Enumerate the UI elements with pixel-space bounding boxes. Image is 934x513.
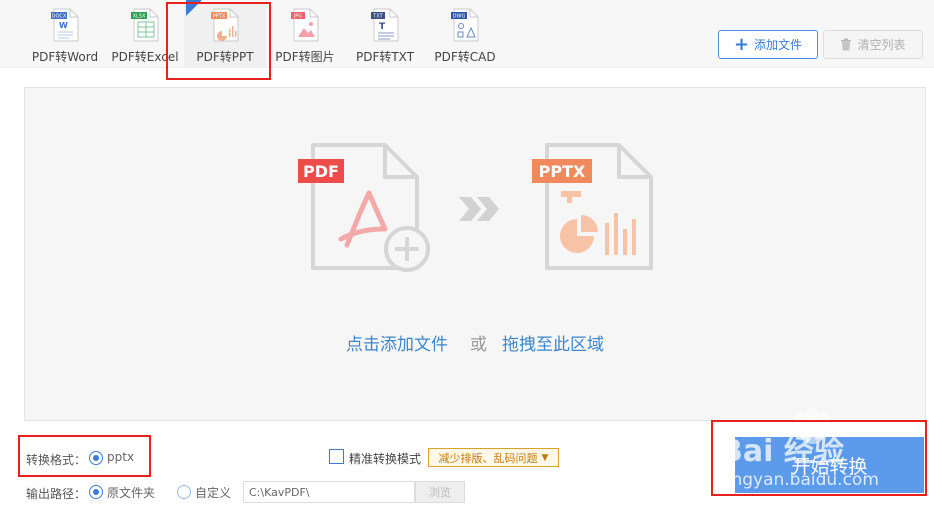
output-custom-radio[interactable]	[177, 485, 191, 499]
or-text: 或	[470, 335, 487, 355]
output-original-label[interactable]: 原文件夹	[107, 484, 155, 501]
browse-button[interactable]: 浏览	[415, 481, 465, 503]
output-path-label: 输出路径：	[26, 487, 87, 501]
highlight-box-start	[711, 420, 927, 496]
toolbar: DOCX W PDF转Word XLSX PDF转Excel PPTX PDF转…	[0, 0, 934, 68]
tool-pdf-to-cad[interactable]: DWG PDF转CAD	[424, 4, 506, 68]
pdf-document-icon: PDF	[298, 143, 430, 272]
pptx-document-icon: PPTX	[532, 143, 653, 270]
docx-file-icon: DOCX W	[51, 8, 79, 42]
svg-text:TXT: TXT	[372, 14, 383, 20]
output-path-input[interactable]	[243, 481, 415, 503]
svg-text:XLSX: XLSX	[133, 14, 146, 20]
svg-text:JPG: JPG	[293, 14, 302, 20]
svg-text:W: W	[59, 21, 68, 30]
drag-here-link: 拖拽至此区域	[502, 335, 604, 355]
tool-label: PDF转CAD	[434, 50, 496, 64]
svg-text:DOCX: DOCX	[52, 14, 67, 20]
precise-mode-tag-text: 减少排版、乱码问题	[438, 451, 538, 465]
plus-icon: +	[733, 33, 750, 55]
txt-file-icon: TXT T	[371, 8, 399, 42]
svg-text:DWG: DWG	[453, 14, 466, 20]
trash-icon	[841, 38, 852, 51]
double-arrow-icon	[459, 197, 499, 221]
precise-mode-checkbox[interactable]	[329, 449, 344, 464]
precise-mode-tag[interactable]: 减少排版、乱码问题 ▼	[428, 448, 559, 467]
highlight-box-format	[18, 435, 151, 477]
dwg-file-icon: DWG	[451, 8, 479, 42]
jpg-file-icon: JPG	[291, 8, 319, 42]
dropdown-arrow-icon: ▼	[541, 452, 549, 463]
clear-list-label: 清空列表	[857, 38, 906, 52]
output-custom-label[interactable]: 自定义	[195, 484, 231, 501]
drop-area[interactable]: PDF PPTX 点击添加文件 或 拖拽至此区域	[24, 87, 926, 421]
tool-label: PDF转TXT	[355, 50, 415, 64]
xlsx-file-icon: XLSX	[131, 8, 159, 42]
svg-text:PPTX: PPTX	[539, 162, 586, 181]
svg-text:T: T	[379, 22, 386, 32]
add-file-label: 添加文件	[754, 38, 803, 52]
svg-text:PDF: PDF	[303, 162, 339, 181]
tool-pdf-to-word[interactable]: DOCX W PDF转Word	[24, 4, 106, 68]
pdf-to-pptx-illustration: PDF PPTX	[298, 143, 653, 272]
tool-label: PDF转图片	[275, 50, 335, 64]
clear-list-button[interactable]: 清空列表	[823, 30, 923, 59]
click-add-file-link[interactable]: 点击添加文件	[346, 330, 448, 355]
tool-pdf-to-image[interactable]: JPG PDF转图片	[264, 4, 346, 68]
tool-pdf-to-txt[interactable]: TXT T PDF转TXT	[344, 4, 426, 68]
precise-mode-label[interactable]: 精准转换模式	[349, 450, 421, 467]
output-original-radio[interactable]	[89, 485, 103, 499]
add-file-button[interactable]: + 添加文件	[718, 30, 818, 59]
highlight-box-ppt-tool	[166, 2, 271, 80]
tool-label: PDF转Word	[31, 50, 99, 64]
